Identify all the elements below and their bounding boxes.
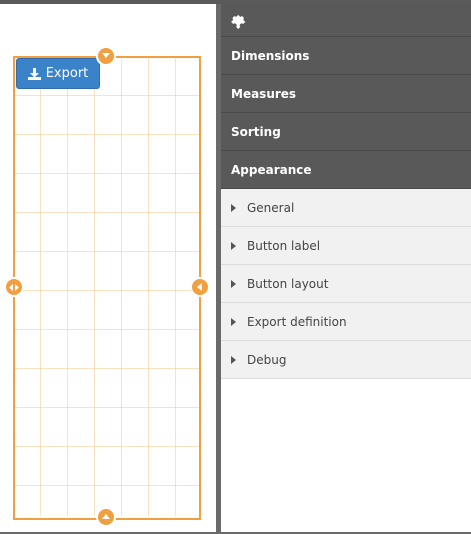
item-label: Button layout bbox=[247, 276, 329, 291]
horizontal-resize-icon bbox=[9, 283, 19, 291]
resize-handle-bottom[interactable] bbox=[96, 507, 116, 527]
expand-arrow-icon bbox=[231, 203, 236, 212]
export-button[interactable]: Export bbox=[16, 58, 100, 89]
item-label: Export definition bbox=[247, 314, 347, 329]
selection-frame[interactable] bbox=[13, 56, 201, 520]
item-label: General bbox=[247, 200, 295, 215]
appearance-item-debug[interactable]: Debug bbox=[221, 341, 471, 379]
puzzle-icon bbox=[231, 14, 246, 29]
item-label: Debug bbox=[247, 352, 287, 367]
section-label: Measures bbox=[231, 86, 297, 101]
section-label: Dimensions bbox=[231, 48, 310, 63]
appearance-item-button-layout[interactable]: Button layout bbox=[221, 265, 471, 303]
expand-arrow-icon bbox=[231, 241, 236, 250]
download-icon bbox=[27, 67, 41, 80]
resize-handle-top[interactable] bbox=[96, 46, 116, 66]
chevron-up-icon bbox=[102, 514, 110, 519]
expand-arrow-icon bbox=[231, 355, 236, 364]
expand-arrow-icon bbox=[231, 279, 236, 288]
chevron-left-icon bbox=[197, 283, 202, 291]
expand-arrow-icon bbox=[231, 317, 236, 326]
appearance-item-general[interactable]: General bbox=[221, 189, 471, 227]
section-dimensions[interactable]: Dimensions bbox=[221, 37, 471, 75]
section-sorting[interactable]: Sorting bbox=[221, 113, 471, 151]
resize-handle-right[interactable] bbox=[190, 277, 210, 297]
section-appearance[interactable]: Appearance bbox=[221, 151, 471, 189]
panel-header bbox=[221, 4, 471, 37]
section-label: Sorting bbox=[231, 124, 281, 139]
section-measures[interactable]: Measures bbox=[221, 75, 471, 113]
properties-panel: Dimensions Measures Sorting Appearance G… bbox=[221, 4, 471, 532]
section-label: Appearance bbox=[231, 162, 312, 177]
appearance-item-button-label[interactable]: Button label bbox=[221, 227, 471, 265]
edit-canvas[interactable]: Export bbox=[0, 4, 216, 532]
resize-handle-left[interactable] bbox=[4, 277, 24, 297]
appearance-item-export-definition[interactable]: Export definition bbox=[221, 303, 471, 341]
export-button-label: Export bbox=[45, 66, 89, 81]
item-label: Button label bbox=[247, 238, 321, 253]
chevron-down-icon bbox=[102, 53, 110, 58]
